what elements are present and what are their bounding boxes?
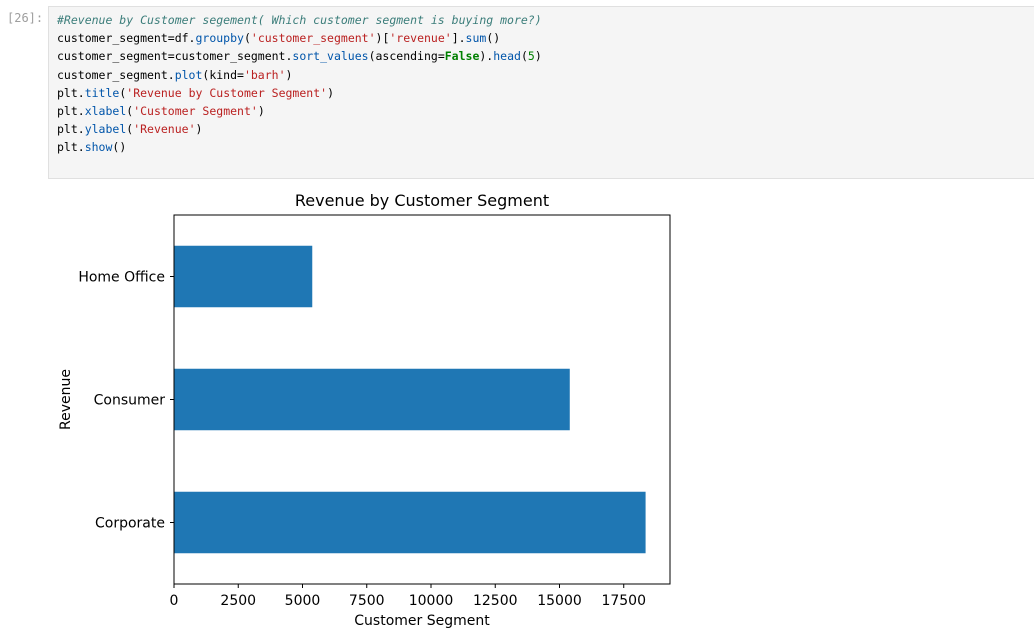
x-tick-label: 2500 — [220, 593, 256, 609]
code-token: () — [486, 31, 501, 46]
code-token: 5 — [527, 49, 535, 64]
y-axis-label: Revenue — [58, 369, 74, 430]
x-tick-label: 15000 — [537, 593, 582, 609]
x-tick-label: 0 — [170, 593, 179, 609]
code-token: show — [84, 140, 113, 155]
code-token: ( — [520, 49, 528, 64]
code-token: ) — [257, 104, 265, 118]
bar — [174, 491, 646, 554]
code-token: ( — [243, 31, 251, 46]
code-token: sum — [465, 31, 487, 46]
code-token: #Revenue by Customer segement( Which cus… — [57, 13, 542, 27]
code-token: ) — [534, 49, 542, 64]
cell-output: Revenue by Customer Segment Corporate Cons… — [48, 179, 1034, 634]
bar — [174, 245, 313, 308]
code-token: plot — [174, 67, 203, 82]
code-line: customer_segment=customer_segment.sort_v… — [57, 47, 542, 65]
code-token: 'Revenue by Customer Segment' — [126, 85, 328, 100]
code-token: plt. — [57, 140, 85, 155]
code-token: 'barh' — [243, 67, 286, 82]
code-line: plt.xlabel('Customer Segment') — [57, 102, 265, 120]
notebook-cell: [26]: #Revenue by Customer segement( Whi… — [0, 0, 1034, 634]
code-token: 'Revenue' — [133, 122, 196, 137]
code-token: (ascending= — [368, 49, 445, 64]
code-line: plt.show() — [57, 138, 126, 156]
code-token: )[ — [375, 31, 390, 46]
code-token: plt. — [57, 104, 85, 118]
code-token: head — [493, 49, 521, 64]
code-token: ylabel — [84, 122, 127, 137]
bar — [174, 368, 570, 431]
code-token: customer_segment=customer_segment. — [57, 49, 293, 64]
code-token: ) — [195, 122, 203, 137]
code-token: title — [84, 85, 120, 100]
code-token: 'customer_segment' — [250, 31, 376, 46]
x-tick-label: 12500 — [473, 593, 518, 609]
code-line: plt.ylabel('Revenue') — [57, 120, 202, 138]
code-token: customer_segment=df. — [57, 31, 196, 46]
code-token: sort_values — [292, 49, 369, 64]
code-token: plt. — [57, 85, 85, 100]
x-axis-label: Customer Segment — [354, 613, 490, 629]
code-editor[interactable]: #Revenue by Customer segement( Which cus… — [48, 6, 1034, 179]
code-token: () — [112, 140, 127, 155]
code-token: 'revenue' — [389, 31, 452, 46]
code-token: 'Customer Segment' — [133, 104, 258, 118]
x-tick-label: 17500 — [601, 593, 646, 609]
y-tick-label: Consumer — [94, 393, 166, 409]
code-token: plt. — [57, 122, 85, 137]
chart-title: Revenue by Customer Segment — [295, 191, 549, 210]
x-tick-label: 10000 — [409, 593, 454, 609]
code-token: ) — [327, 85, 334, 100]
code-token: ) — [285, 67, 293, 82]
code-line: #Revenue by Customer segement( Which cus… — [57, 11, 542, 29]
code-token: xlabel — [84, 104, 127, 118]
x-tick-label: 7500 — [349, 593, 385, 609]
code-line: plt.title('Revenue by Customer Segment') — [57, 84, 334, 102]
y-tick-label: Corporate — [95, 516, 165, 532]
x-tick-label: 5000 — [285, 593, 321, 609]
code-token: False — [444, 49, 480, 64]
code-token: ]. — [451, 31, 466, 46]
cell-prompt: [26]: — [7, 11, 44, 25]
code-token: ). — [479, 49, 494, 64]
code-token: (kind= — [202, 67, 244, 82]
bar-chart: Revenue by Customer Segment Corporate Cons… — [58, 191, 671, 629]
code-token: customer_segment. — [57, 67, 175, 82]
code-line: customer_segment=df.groupby('customer_se… — [57, 29, 500, 47]
code-line: customer_segment.plot(kind='barh') — [57, 66, 292, 84]
y-tick-label: Home Office — [78, 270, 165, 286]
code-token: groupby — [195, 31, 244, 46]
